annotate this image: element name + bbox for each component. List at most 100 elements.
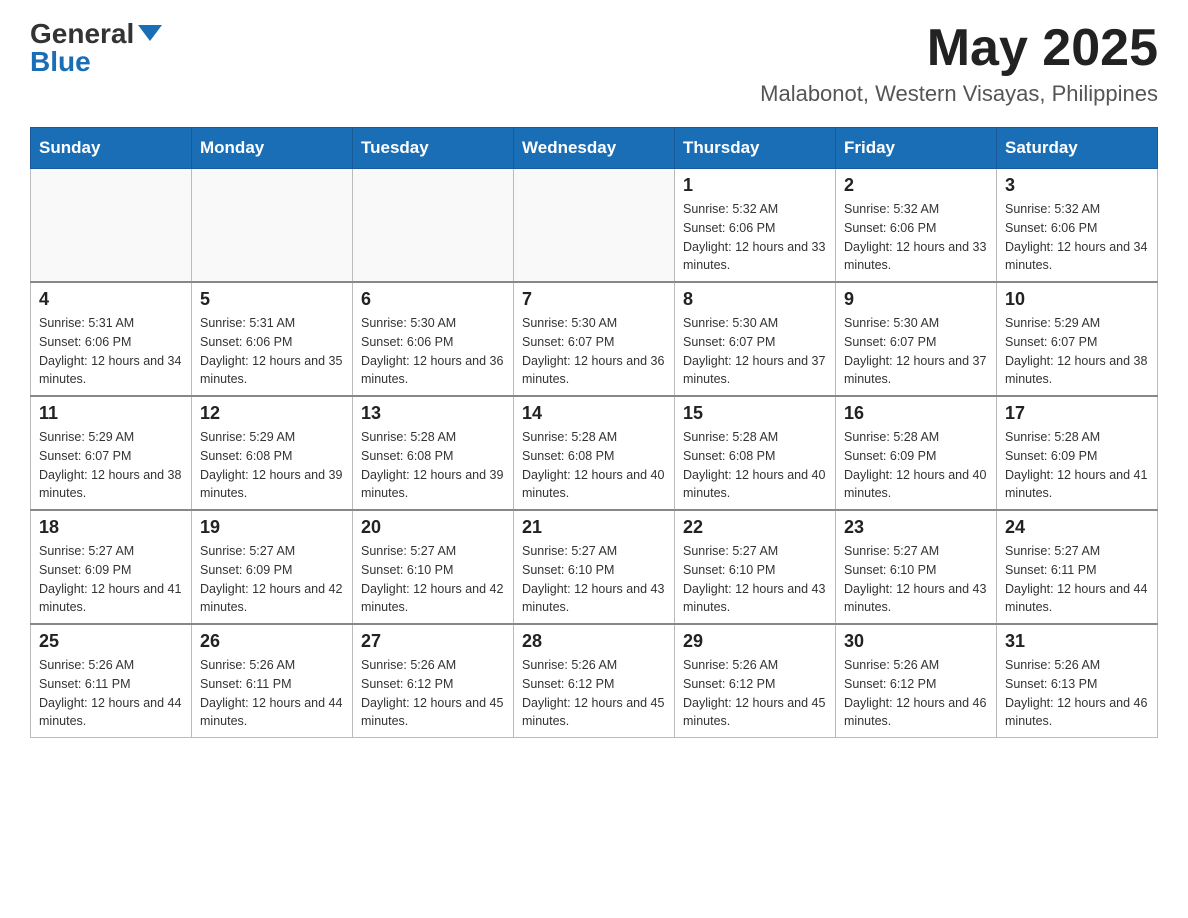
- day-info: Sunrise: 5:26 AM Sunset: 6:12 PM Dayligh…: [361, 656, 505, 731]
- day-info: Sunrise: 5:26 AM Sunset: 6:12 PM Dayligh…: [522, 656, 666, 731]
- day-info: Sunrise: 5:26 AM Sunset: 6:12 PM Dayligh…: [844, 656, 988, 731]
- calendar-cell: 12 Sunrise: 5:29 AM Sunset: 6:08 PM Dayli…: [192, 396, 353, 510]
- day-number: 17: [1005, 403, 1149, 424]
- day-info: Sunrise: 5:27 AM Sunset: 6:10 PM Dayligh…: [844, 542, 988, 617]
- month-title: May 2025: [760, 20, 1158, 77]
- calendar-header-saturday: Saturday: [997, 128, 1158, 169]
- day-number: 30: [844, 631, 988, 652]
- day-info: Sunrise: 5:26 AM Sunset: 6:12 PM Dayligh…: [683, 656, 827, 731]
- day-info: Sunrise: 5:30 AM Sunset: 6:07 PM Dayligh…: [522, 314, 666, 389]
- calendar-table: SundayMondayTuesdayWednesdayThursdayFrid…: [30, 127, 1158, 738]
- calendar-cell: 25Sunrise: 5:26 AM Sunset: 6:11 PM Dayli…: [31, 624, 192, 738]
- day-number: 16: [844, 403, 988, 424]
- day-number: 21: [522, 517, 666, 538]
- day-info: Sunrise: 5:32 AM Sunset: 6:06 PM Dayligh…: [844, 200, 988, 275]
- calendar-header-friday: Friday: [836, 128, 997, 169]
- day-info: Sunrise: 5:27 AM Sunset: 6:11 PM Dayligh…: [1005, 542, 1149, 617]
- calendar-cell: 14 Sunrise: 5:28 AM Sunset: 6:08 PM Dayli…: [514, 396, 675, 510]
- calendar-header-thursday: Thursday: [675, 128, 836, 169]
- page-header: General Blue May 2025 Malabonot, Western…: [30, 20, 1158, 107]
- calendar-header-tuesday: Tuesday: [353, 128, 514, 169]
- day-number: 11: [39, 403, 183, 424]
- calendar-cell: 26 Sunrise: 5:26 AM Sunset: 6:11 PM Dayli…: [192, 624, 353, 738]
- day-info: Sunrise: 5:32 AM Sunset: 6:06 PM Dayligh…: [1005, 200, 1149, 275]
- calendar-cell: 13Sunrise: 5:28 AM Sunset: 6:08 PM Dayli…: [353, 396, 514, 510]
- day-number: 26: [200, 631, 344, 652]
- day-info: Sunrise: 5:26 AM Sunset: 6:11 PM Dayligh…: [39, 656, 183, 731]
- calendar-cell: 20 Sunrise: 5:27 AM Sunset: 6:10 PM Dayli…: [353, 510, 514, 624]
- logo-triangle-icon: [138, 25, 162, 41]
- day-number: 6: [361, 289, 505, 310]
- day-info: Sunrise: 5:27 AM Sunset: 6:10 PM Dayligh…: [361, 542, 505, 617]
- calendar-cell: 22 Sunrise: 5:27 AM Sunset: 6:10 PM Dayli…: [675, 510, 836, 624]
- calendar-cell: 23 Sunrise: 5:27 AM Sunset: 6:10 PM Dayli…: [836, 510, 997, 624]
- day-info: Sunrise: 5:28 AM Sunset: 6:08 PM Dayligh…: [683, 428, 827, 503]
- calendar-week-4: 18 Sunrise: 5:27 AM Sunset: 6:09 PM Dayli…: [31, 510, 1158, 624]
- day-info: Sunrise: 5:28 AM Sunset: 6:08 PM Dayligh…: [522, 428, 666, 503]
- day-info: Sunrise: 5:28 AM Sunset: 6:09 PM Dayligh…: [844, 428, 988, 503]
- day-number: 5: [200, 289, 344, 310]
- calendar-week-3: 11 Sunrise: 5:29 AM Sunset: 6:07 PM Dayli…: [31, 396, 1158, 510]
- day-info: Sunrise: 5:26 AM Sunset: 6:13 PM Dayligh…: [1005, 656, 1149, 731]
- calendar-cell: 24 Sunrise: 5:27 AM Sunset: 6:11 PM Dayli…: [997, 510, 1158, 624]
- calendar-cell: 2 Sunrise: 5:32 AM Sunset: 6:06 PM Daylig…: [836, 169, 997, 283]
- calendar-cell: 18 Sunrise: 5:27 AM Sunset: 6:09 PM Dayli…: [31, 510, 192, 624]
- location-title: Malabonot, Western Visayas, Philippines: [760, 81, 1158, 107]
- day-number: 9: [844, 289, 988, 310]
- day-info: Sunrise: 5:30 AM Sunset: 6:07 PM Dayligh…: [844, 314, 988, 389]
- day-number: 1: [683, 175, 827, 196]
- title-block: May 2025 Malabonot, Western Visayas, Phi…: [760, 20, 1158, 107]
- calendar-cell: 15Sunrise: 5:28 AM Sunset: 6:08 PM Dayli…: [675, 396, 836, 510]
- calendar-cell: 29 Sunrise: 5:26 AM Sunset: 6:12 PM Dayli…: [675, 624, 836, 738]
- day-info: Sunrise: 5:31 AM Sunset: 6:06 PM Dayligh…: [200, 314, 344, 389]
- calendar-week-5: 25Sunrise: 5:26 AM Sunset: 6:11 PM Dayli…: [31, 624, 1158, 738]
- calendar-cell: 9 Sunrise: 5:30 AM Sunset: 6:07 PM Daylig…: [836, 282, 997, 396]
- day-number: 8: [683, 289, 827, 310]
- day-info: Sunrise: 5:27 AM Sunset: 6:09 PM Dayligh…: [200, 542, 344, 617]
- day-number: 19: [200, 517, 344, 538]
- day-number: 3: [1005, 175, 1149, 196]
- day-info: Sunrise: 5:26 AM Sunset: 6:11 PM Dayligh…: [200, 656, 344, 731]
- day-number: 23: [844, 517, 988, 538]
- calendar-cell: [353, 169, 514, 283]
- day-number: 18: [39, 517, 183, 538]
- day-info: Sunrise: 5:29 AM Sunset: 6:07 PM Dayligh…: [39, 428, 183, 503]
- day-number: 31: [1005, 631, 1149, 652]
- calendar-cell: [192, 169, 353, 283]
- calendar-cell: 19 Sunrise: 5:27 AM Sunset: 6:09 PM Dayli…: [192, 510, 353, 624]
- calendar-cell: 7Sunrise: 5:30 AM Sunset: 6:07 PM Daylig…: [514, 282, 675, 396]
- day-number: 28: [522, 631, 666, 652]
- day-number: 4: [39, 289, 183, 310]
- calendar-cell: 4 Sunrise: 5:31 AM Sunset: 6:06 PM Daylig…: [31, 282, 192, 396]
- day-info: Sunrise: 5:28 AM Sunset: 6:08 PM Dayligh…: [361, 428, 505, 503]
- day-info: Sunrise: 5:30 AM Sunset: 6:07 PM Dayligh…: [683, 314, 827, 389]
- calendar-cell: 8 Sunrise: 5:30 AM Sunset: 6:07 PM Daylig…: [675, 282, 836, 396]
- calendar-week-1: 1 Sunrise: 5:32 AM Sunset: 6:06 PM Daylig…: [31, 169, 1158, 283]
- calendar-cell: 28 Sunrise: 5:26 AM Sunset: 6:12 PM Dayli…: [514, 624, 675, 738]
- day-number: 2: [844, 175, 988, 196]
- day-info: Sunrise: 5:32 AM Sunset: 6:06 PM Dayligh…: [683, 200, 827, 275]
- day-number: 24: [1005, 517, 1149, 538]
- day-number: 12: [200, 403, 344, 424]
- day-info: Sunrise: 5:27 AM Sunset: 6:09 PM Dayligh…: [39, 542, 183, 617]
- calendar-cell: [31, 169, 192, 283]
- day-info: Sunrise: 5:31 AM Sunset: 6:06 PM Dayligh…: [39, 314, 183, 389]
- day-info: Sunrise: 5:29 AM Sunset: 6:07 PM Dayligh…: [1005, 314, 1149, 389]
- day-info: Sunrise: 5:29 AM Sunset: 6:08 PM Dayligh…: [200, 428, 344, 503]
- day-info: Sunrise: 5:27 AM Sunset: 6:10 PM Dayligh…: [683, 542, 827, 617]
- day-number: 20: [361, 517, 505, 538]
- day-number: 14: [522, 403, 666, 424]
- calendar-week-2: 4 Sunrise: 5:31 AM Sunset: 6:06 PM Daylig…: [31, 282, 1158, 396]
- day-number: 10: [1005, 289, 1149, 310]
- day-number: 22: [683, 517, 827, 538]
- day-number: 29: [683, 631, 827, 652]
- calendar-header-wednesday: Wednesday: [514, 128, 675, 169]
- calendar-header-row: SundayMondayTuesdayWednesdayThursdayFrid…: [31, 128, 1158, 169]
- calendar-cell: 1 Sunrise: 5:32 AM Sunset: 6:06 PM Daylig…: [675, 169, 836, 283]
- day-info: Sunrise: 5:30 AM Sunset: 6:06 PM Dayligh…: [361, 314, 505, 389]
- calendar-cell: 27 Sunrise: 5:26 AM Sunset: 6:12 PM Dayli…: [353, 624, 514, 738]
- day-number: 27: [361, 631, 505, 652]
- calendar-cell: [514, 169, 675, 283]
- calendar-cell: 3 Sunrise: 5:32 AM Sunset: 6:06 PM Daylig…: [997, 169, 1158, 283]
- calendar-cell: 16 Sunrise: 5:28 AM Sunset: 6:09 PM Dayli…: [836, 396, 997, 510]
